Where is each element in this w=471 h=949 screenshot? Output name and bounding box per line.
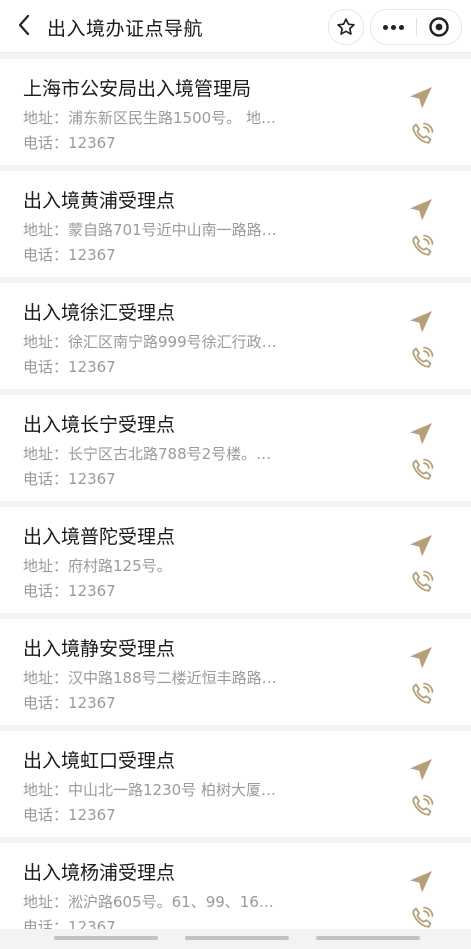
navigation-arrow-icon[interactable] xyxy=(407,308,435,336)
phone-call-icon[interactable] xyxy=(409,905,435,931)
favorite-button[interactable] xyxy=(328,9,364,45)
location-card[interactable]: 出入境普陀受理点地址：府村路125号。 电话：12367 xyxy=(0,507,471,613)
navigation-arrow-icon[interactable] xyxy=(407,868,435,896)
navigation-arrow-icon[interactable] xyxy=(407,420,435,448)
close-button[interactable] xyxy=(417,10,462,44)
phone-call-icon[interactable] xyxy=(409,345,435,371)
location-address: 地址：长宁区古北路788号2号楼。… xyxy=(23,445,272,463)
phone-call-icon[interactable] xyxy=(409,121,435,147)
scroll-indicator xyxy=(316,936,420,940)
location-address: 地址：淞沪路605号。61、99、16… xyxy=(23,893,274,911)
location-address: 地址：蒙自路701号近中山南一路路… xyxy=(23,221,277,239)
location-address: 地址：浦东新区民生路1500号。 地… xyxy=(23,109,276,127)
location-phone: 电话：12367 xyxy=(23,358,116,376)
target-close-icon xyxy=(429,17,449,37)
navigation-arrow-icon[interactable] xyxy=(407,196,435,224)
location-card[interactable]: 出入境静安受理点地址：汉中路188号二楼近恒丰路路… 电话：12367 xyxy=(0,619,471,725)
navigation-arrow-icon[interactable] xyxy=(407,532,435,560)
location-phone: 电话：12367 xyxy=(23,582,116,600)
location-address: 地址：汉中路188号二楼近恒丰路路… xyxy=(23,669,277,687)
navigation-arrow-icon[interactable] xyxy=(407,644,435,672)
scroll-indicator xyxy=(54,936,158,940)
location-phone: 电话：12367 xyxy=(23,806,116,824)
location-card[interactable]: 出入境长宁受理点地址：长宁区古北路788号2号楼。… 电话：12367 xyxy=(0,395,471,501)
phone-call-icon[interactable] xyxy=(409,233,435,259)
chevron-left-icon xyxy=(18,14,30,36)
location-card[interactable]: 出入境徐汇受理点地址：徐汇区南宁路999号徐汇行政… 电话：12367 xyxy=(0,283,471,389)
location-phone: 电话：12367 xyxy=(23,134,116,152)
location-card[interactable]: 出入境虹口受理点地址：中山北一路1230号 柏树大厦… 电话：12367 xyxy=(0,731,471,837)
top-navigation-bar: 出入境办证点导航 xyxy=(0,0,471,53)
location-name: 出入境虹口受理点 xyxy=(23,750,176,772)
location-list: 上海市公安局出入境管理局 地址：浦东新区民生路1500号。 地… 电话：12367 出… xyxy=(0,53,471,949)
location-phone: 电话：12367 xyxy=(23,470,116,488)
location-address: 地址：府村路125号。 xyxy=(23,557,172,575)
phone-call-icon[interactable] xyxy=(409,569,435,595)
location-card[interactable]: 上海市公安局出入境管理局地址：浦东新区民生路1500号。 地… 电话：12367 xyxy=(0,59,471,165)
scroll-indicator xyxy=(185,936,289,940)
location-name: 出入境普陀受理点 xyxy=(23,526,176,548)
location-name: 出入境静安受理点 xyxy=(23,638,176,660)
location-address: 地址：徐汇区南宁路999号徐汇行政… xyxy=(23,333,277,351)
navigation-arrow-icon[interactable] xyxy=(407,84,435,112)
location-phone: 电话：12367 xyxy=(23,246,116,264)
navigation-arrow-icon[interactable] xyxy=(407,756,435,784)
location-name: 出入境黄浦受理点 xyxy=(23,190,176,212)
star-icon xyxy=(337,18,355,35)
phone-call-icon[interactable] xyxy=(409,457,435,483)
location-name: 出入境杨浦受理点 xyxy=(23,862,176,884)
mini-program-capsule xyxy=(370,9,462,45)
location-name: 上海市公安局出入境管理局 xyxy=(23,78,252,100)
page-title: 出入境办证点导航 xyxy=(47,18,204,40)
back-button[interactable] xyxy=(10,10,38,40)
phone-call-icon[interactable] xyxy=(409,681,435,707)
location-phone: 电话：12367 xyxy=(23,694,116,712)
location-address: 地址：中山北一路1230号 柏树大厦… xyxy=(23,781,276,799)
location-card[interactable]: 出入境黄浦受理点地址：蒙自路701号近中山南一路路… 电话：12367 xyxy=(0,171,471,277)
more-button[interactable] xyxy=(371,10,416,44)
location-name: 出入境徐汇受理点 xyxy=(23,302,176,324)
more-dots-icon xyxy=(382,24,404,30)
phone-call-icon[interactable] xyxy=(409,793,435,819)
bottom-indicator-bar xyxy=(0,929,471,949)
location-name: 出入境长宁受理点 xyxy=(23,414,176,436)
